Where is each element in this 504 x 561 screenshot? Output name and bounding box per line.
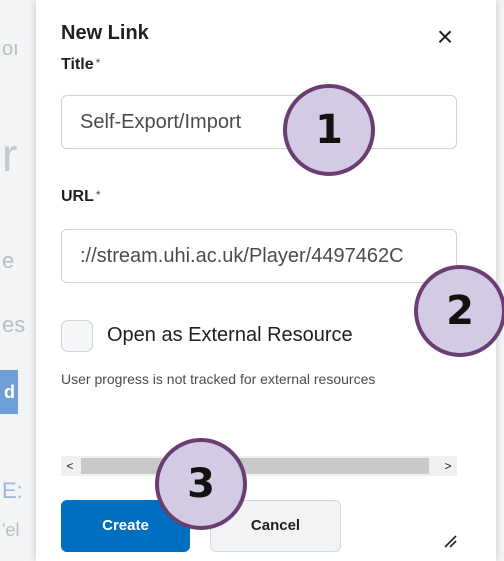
url-label-text: URL xyxy=(61,188,94,205)
callout-1: 1 xyxy=(283,84,375,176)
scroll-right-icon[interactable]: > xyxy=(439,456,457,476)
external-help-text: User progress is not tracked for externa… xyxy=(61,371,376,387)
external-resource-checkbox[interactable] xyxy=(61,320,93,352)
background-button: d xyxy=(0,370,18,414)
scrollbar-thumb[interactable] xyxy=(81,458,429,474)
required-mark: * xyxy=(95,188,101,202)
dialog-title: New Link xyxy=(61,22,149,44)
title-label: Title * xyxy=(61,56,100,74)
horizontal-scrollbar[interactable]: < > xyxy=(61,456,457,476)
background-text: 'el xyxy=(2,520,20,540)
background-page-right xyxy=(496,0,504,561)
url-label: URL * xyxy=(61,188,101,206)
background-text: E: xyxy=(2,478,23,503)
required-mark: * xyxy=(95,56,101,70)
background-text: r xyxy=(2,129,18,181)
background-text: es xyxy=(2,312,26,337)
background-text: oı xyxy=(2,38,19,60)
scroll-left-icon[interactable]: < xyxy=(61,456,79,476)
resize-handle-icon[interactable] xyxy=(441,532,457,548)
screen: oı r e es d E: 'el New Link × Title * Sel… xyxy=(0,0,504,561)
background-page: oı r e es d E: 'el xyxy=(0,0,36,561)
close-icon[interactable]: × xyxy=(430,22,460,52)
url-input[interactable]: ://stream.uhi.ac.uk/Player/4497462C xyxy=(61,229,457,283)
title-input[interactable]: Self-Export/Import xyxy=(61,95,457,149)
external-resource-label[interactable]: Open as External Resource xyxy=(107,324,353,347)
title-label-text: Title xyxy=(61,56,94,73)
callout-3: 3 xyxy=(155,438,247,530)
callout-2: 2 xyxy=(414,265,504,357)
background-text: e xyxy=(2,248,15,273)
